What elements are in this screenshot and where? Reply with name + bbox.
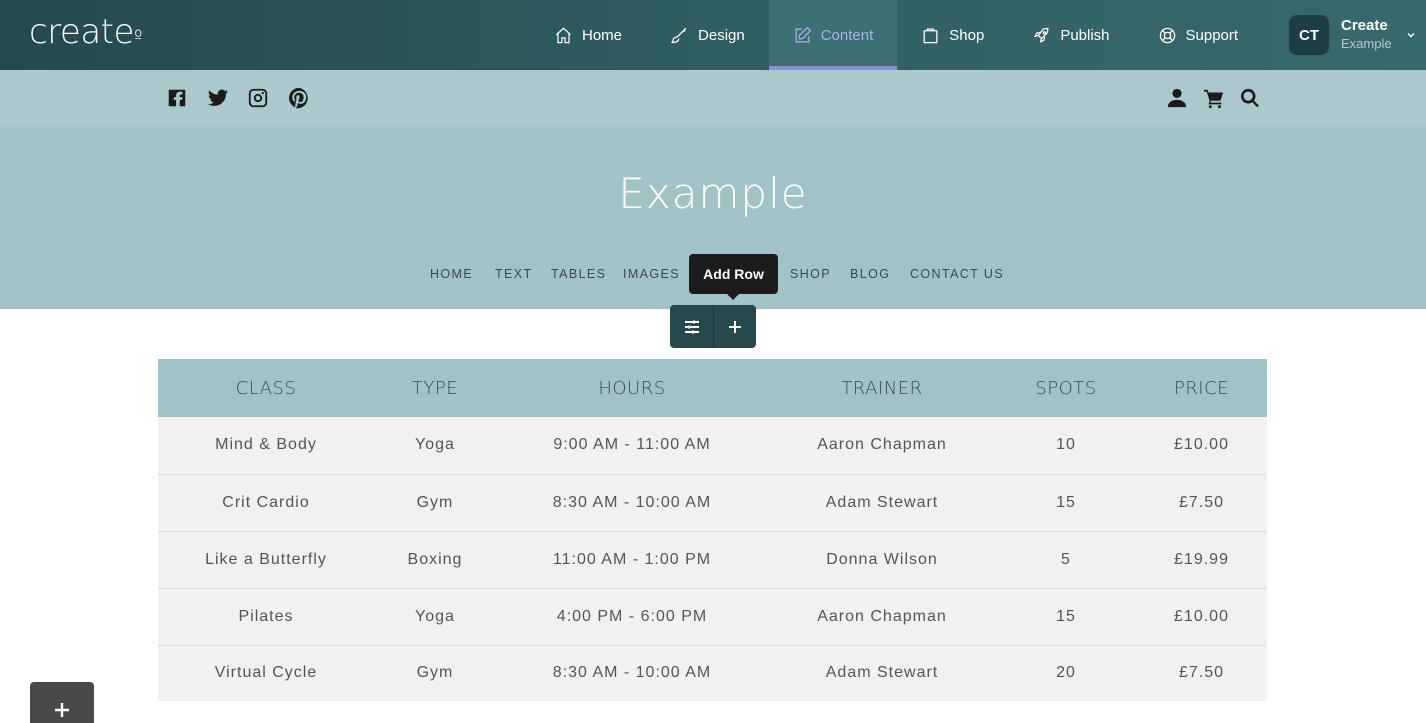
table-row: Crit Cardio Gym 8:30 AM - 10:00 AM Adam … <box>158 474 1267 532</box>
cell-hours: 9:00 AM - 11:00 AM <box>496 417 768 475</box>
col-price: PRICE <box>1136 359 1267 417</box>
nav-support[interactable]: Support <box>1134 0 1263 70</box>
add-block-button[interactable] <box>30 682 94 723</box>
cell-trainer: Adam Stewart <box>768 474 996 532</box>
class-schedule-table[interactable]: CLASS TYPE HOURS TRAINER SPOTS PRICE Min… <box>158 359 1267 701</box>
nav-design[interactable]: Design <box>646 0 769 70</box>
cell-spots: 10 <box>996 417 1136 475</box>
search-icon[interactable] <box>1239 87 1261 109</box>
cell-price: £19.99 <box>1136 531 1267 589</box>
nav-design-label: Design <box>698 26 745 44</box>
nav-publish[interactable]: Publish <box>1008 0 1133 70</box>
cell-spots: 15 <box>996 474 1136 532</box>
sliders-icon <box>684 320 699 333</box>
cell-hours: 11:00 AM - 1:00 PM <box>496 531 768 589</box>
table-row: Pilates Yoga 4:00 PM - 6:00 PM Aaron Cha… <box>158 588 1267 646</box>
cell-price: £7.50 <box>1136 474 1267 532</box>
social-bar <box>0 70 1426 127</box>
plus-icon <box>55 703 69 717</box>
table-row: Mind & Body Yoga 9:00 AM - 11:00 AM Aaro… <box>158 417 1267 475</box>
site-menu-home[interactable]: HOME <box>430 267 473 281</box>
cell-hours: 8:30 AM - 10:00 AM <box>496 474 768 532</box>
cell-class: Like a Butterfly <box>158 531 374 589</box>
nav-support-label: Support <box>1185 26 1239 44</box>
col-spots: SPOTS <box>996 359 1136 417</box>
cell-type: Yoga <box>374 588 496 646</box>
row-toolbar <box>670 305 756 348</box>
cell-trainer: Aaron Chapman <box>768 417 996 475</box>
cell-spots: 15 <box>996 588 1136 646</box>
col-trainer: TRAINER <box>768 359 996 417</box>
twitter-icon[interactable] <box>207 87 229 109</box>
add-row-button[interactable] <box>713 305 756 348</box>
plus-icon <box>729 320 741 333</box>
create-logo[interactable]: createº <box>29 12 142 52</box>
cell-price: £10.00 <box>1136 588 1267 646</box>
add-row-tooltip: Add Row <box>689 254 778 300</box>
col-class: CLASS <box>158 359 374 417</box>
cell-class: Crit Cardio <box>158 474 374 532</box>
cell-class: Mind & Body <box>158 417 374 475</box>
cell-type: Yoga <box>374 417 496 475</box>
cell-price: £10.00 <box>1136 417 1267 475</box>
chevron-down-icon[interactable] <box>1406 30 1416 40</box>
site-title[interactable]: Example <box>0 169 1426 218</box>
cell-price: £7.50 <box>1136 645 1267 701</box>
facebook-icon[interactable] <box>166 87 188 109</box>
nav-content[interactable]: Content <box>768 0 898 70</box>
cell-trainer: Donna Wilson <box>768 531 996 589</box>
cell-type: Boxing <box>374 531 496 589</box>
cell-hours: 8:30 AM - 10:00 AM <box>496 645 768 701</box>
site-menu-images[interactable]: IMAGES <box>623 267 680 281</box>
cell-trainer: Adam Stewart <box>768 645 996 701</box>
nav-publish-label: Publish <box>1060 26 1110 44</box>
nav-home[interactable]: Home <box>530 0 646 70</box>
nav-shop[interactable]: Shop <box>897 0 1008 70</box>
rocket-icon <box>1034 27 1049 43</box>
nav-shop-label: Shop <box>949 26 985 44</box>
table-header-row: CLASS TYPE HOURS TRAINER SPOTS PRICE <box>158 359 1267 417</box>
site-menu-shop[interactable]: SHOP <box>790 267 831 281</box>
user-icon[interactable] <box>1166 87 1188 109</box>
cell-spots: 20 <box>996 645 1136 701</box>
cell-type: Gym <box>374 645 496 701</box>
site-menu-contact-us[interactable]: CONTACT US <box>910 267 1004 281</box>
table-row: Virtual Cycle Gym 8:30 AM - 10:00 AM Ada… <box>158 645 1267 701</box>
account-name: Create <box>1341 17 1388 34</box>
edit-icon <box>795 26 812 42</box>
site-menu-tables[interactable]: TABLES <box>551 267 606 281</box>
cell-trainer: Aaron Chapman <box>768 588 996 646</box>
site-menu-blog[interactable]: BLOG <box>850 267 890 281</box>
instagram-icon[interactable] <box>247 87 269 109</box>
col-type: TYPE <box>374 359 496 417</box>
col-hours: HOURS <box>496 359 768 417</box>
app-topbar: createº Home Design Content Shop Publish… <box>0 0 1426 70</box>
account-menu[interactable]: CT Create Example <box>1289 15 1416 55</box>
avatar[interactable]: CT <box>1289 15 1329 55</box>
pinterest-icon[interactable] <box>288 87 310 109</box>
nav-home-label: Home <box>582 26 623 44</box>
cell-class: Pilates <box>158 588 374 646</box>
cell-class: Virtual Cycle <box>158 645 374 701</box>
brush-icon <box>671 27 687 43</box>
cell-hours: 4:00 PM - 6:00 PM <box>496 588 768 646</box>
cell-spots: 5 <box>996 531 1136 589</box>
cell-type: Gym <box>374 474 496 532</box>
app-nav: Home Design Content Shop Publish Support <box>530 0 1262 70</box>
account-site: Example <box>1341 36 1392 51</box>
cart-icon[interactable] <box>1203 87 1225 109</box>
lifebuoy-icon <box>1159 27 1175 43</box>
table-row: Like a Butterfly Boxing 11:00 AM - 1:00 … <box>158 531 1267 589</box>
row-settings-button[interactable] <box>670 305 713 348</box>
site-menu-text[interactable]: TEXT <box>495 267 533 281</box>
shopping-bag-icon <box>923 28 938 43</box>
nav-content-label: Content <box>820 26 874 44</box>
home-icon <box>555 27 572 43</box>
